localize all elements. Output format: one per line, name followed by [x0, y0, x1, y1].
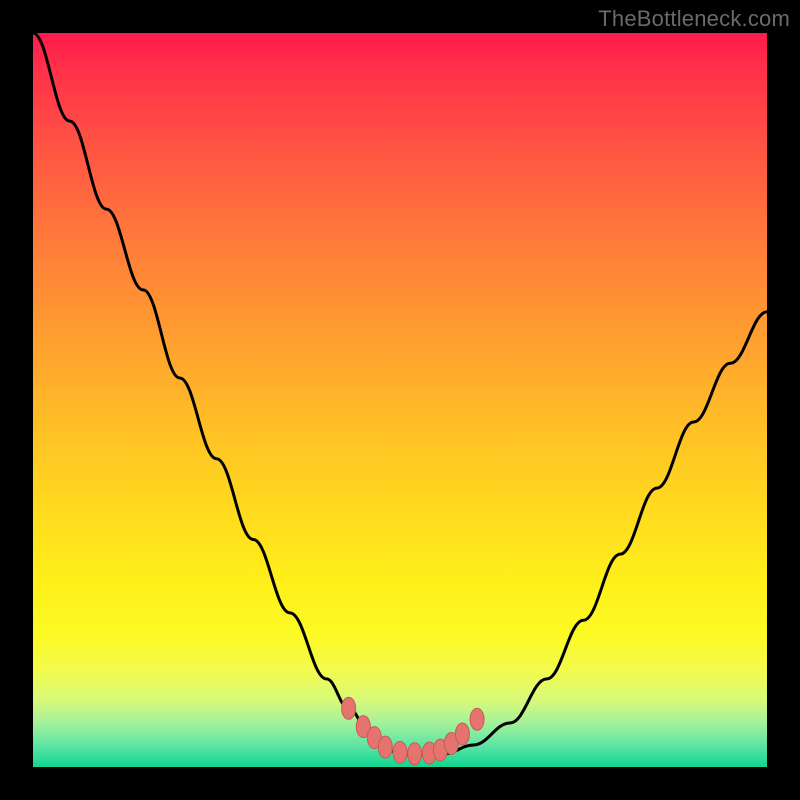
marker-point: [378, 736, 392, 758]
bottleneck-curve: [33, 33, 767, 755]
marker-point: [408, 743, 422, 765]
marker-point: [470, 708, 484, 730]
watermark-text: TheBottleneck.com: [598, 6, 790, 32]
marker-group: [342, 697, 484, 765]
marker-point: [455, 723, 469, 745]
marker-point: [342, 697, 356, 719]
marker-point: [393, 741, 407, 763]
curve-layer: [33, 33, 767, 767]
outer-frame: TheBottleneck.com: [0, 0, 800, 800]
